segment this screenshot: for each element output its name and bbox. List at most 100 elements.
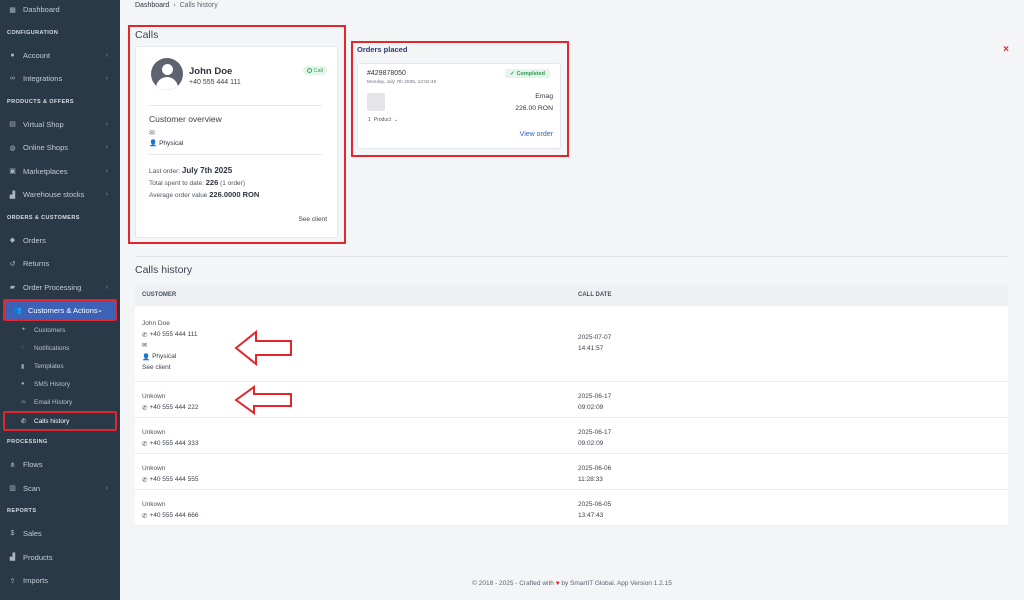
sidebar-item-label: Scan bbox=[23, 483, 41, 493]
boxes-icon: ▟ bbox=[9, 554, 16, 562]
table-header: CUSTOMER CALL DATE bbox=[135, 284, 1008, 306]
table-row: Unkown ✆ +40 555 444 666 2025-06-05 13:47:43 bbox=[135, 490, 1008, 526]
see-client-link[interactable]: See client bbox=[142, 362, 572, 373]
sidebar-subitem-customers[interactable]: ꔹ Customers bbox=[0, 321, 120, 339]
chevron-right-icon: › bbox=[105, 120, 108, 128]
sidebar-subitem-email-history[interactable]: ⌓ Email History bbox=[0, 393, 120, 411]
envelope-icon: ✉ bbox=[149, 130, 155, 137]
last-order-line: Last order: July 7th 2025 bbox=[149, 166, 232, 175]
sidebar-section-products-offers: PRODUCTS & OFFERS bbox=[7, 98, 74, 105]
customer-phone: +40 555 444 555 bbox=[149, 476, 199, 483]
envelope-icon: ✉ bbox=[142, 343, 148, 349]
sidebar-subitem-notifications[interactable]: ◌ Notifications bbox=[0, 339, 120, 357]
marketplace-icon: ▣ bbox=[9, 168, 16, 176]
sidebar-item-returns[interactable]: ↺ Returns bbox=[0, 252, 120, 276]
sidebar-item-label: Marketplaces bbox=[23, 166, 68, 176]
calls-history-title: Calls history bbox=[135, 264, 193, 276]
sidebar-subitem-sms-history[interactable]: ● SMS History bbox=[0, 375, 120, 393]
chevron-right-icon: › bbox=[105, 191, 108, 199]
sidebar-item-integrations[interactable]: ∞ Integrations › bbox=[0, 67, 120, 91]
sidebar-item-sales[interactable]: $ Sales bbox=[0, 522, 120, 546]
order-date: Monday, July 7th 2025, 12:02:46 bbox=[367, 80, 437, 85]
sidebar-section-reports: REPORTS bbox=[7, 508, 37, 514]
breadcrumb: Dashboard › Calls history bbox=[135, 2, 218, 9]
footer: © 2018 - 2025 - Crafted with ♥ by SmartI… bbox=[120, 580, 1024, 587]
calls-title: Calls bbox=[135, 29, 159, 41]
product-qty: 1 bbox=[368, 117, 371, 123]
chevron-right-icon: › bbox=[105, 167, 108, 175]
sidebar-item-imports[interactable]: ⇪ Imports bbox=[0, 569, 120, 593]
see-client-link[interactable]: See client bbox=[298, 216, 327, 223]
sidebar-item-marketplaces[interactable]: ▣ Marketplaces › bbox=[0, 160, 120, 184]
phone-icon: ✆ bbox=[142, 440, 148, 448]
phone-icon: ✆ bbox=[142, 476, 148, 484]
call-date-cell: 2025-07-07 14:41:57 bbox=[572, 306, 611, 381]
sidebar-item-label: Virtual Shop bbox=[23, 119, 64, 129]
sidebar-item-warehouse-stocks[interactable]: ▟ Warehouse stocks › bbox=[0, 183, 120, 207]
sidebar-item-label: SMS History bbox=[34, 380, 71, 388]
table-row: Unkown ✆ +40 555 444 333 2025-06-17 09:02:09 bbox=[135, 418, 1008, 454]
customer-name: John Doe bbox=[142, 320, 170, 327]
status-label: Completed bbox=[516, 70, 545, 77]
sidebar-item-label: Warehouse stocks bbox=[23, 190, 85, 200]
customer-name: Unkown bbox=[142, 465, 166, 472]
footer-text-pre: © 2018 - 2025 - Crafted with bbox=[472, 580, 554, 587]
sidebar-item-label: Sales bbox=[23, 529, 42, 539]
customer-name: John Doe bbox=[189, 66, 233, 77]
globe-icon: ◍ bbox=[9, 144, 16, 152]
order-number[interactable]: #429878050 bbox=[367, 70, 406, 77]
sidebar-section-processing: PROCESSING bbox=[7, 439, 48, 445]
sidebar-item-online-shops[interactable]: ◍ Online Shops › bbox=[0, 136, 120, 160]
table-row: Unkown ✆ +40 555 444 555 2025-06-06 11:28:33 bbox=[135, 454, 1008, 490]
call-time: 09:02:09 bbox=[578, 404, 604, 411]
sidebar-item-products[interactable]: ▟ Products bbox=[0, 546, 120, 570]
sidebar-item-dashboard[interactable]: ▦ Dashboard bbox=[0, 0, 120, 22]
sidebar-section-orders-customers: ORDERS & CUSTOMERS bbox=[7, 214, 80, 221]
customer-type-label: Physical bbox=[152, 353, 177, 360]
sidebar-item-label: Dashboard bbox=[23, 5, 60, 15]
avatar bbox=[151, 58, 183, 90]
flows-icon: ⋔ bbox=[9, 461, 16, 469]
close-icon[interactable]: × bbox=[1003, 44, 1009, 55]
sidebar-item-label: Flows bbox=[23, 460, 43, 470]
customer-phone-line: ✆ +40 555 444 555 bbox=[142, 474, 572, 485]
product-dropdown[interactable]: 1 Product ⌄ bbox=[368, 117, 398, 123]
sidebar-item-label: Integrations bbox=[23, 74, 63, 84]
sidebar-item-virtual-shop[interactable]: ▤ Virtual Shop › bbox=[0, 113, 120, 137]
sidebar-subitem-calls-history[interactable]: ✆ Calls history bbox=[3, 411, 117, 431]
phone-icon: ✆ bbox=[142, 512, 148, 520]
customer-phone-line: ✆ +40 555 444 222 bbox=[142, 402, 572, 413]
call-date: 2025-06-17 bbox=[578, 429, 612, 436]
divider bbox=[135, 256, 1009, 257]
boxes-icon: ▟ bbox=[9, 191, 16, 199]
customer-name: Unkown bbox=[142, 393, 166, 400]
shop-icon: ▤ bbox=[9, 121, 16, 129]
customer-phone-line: ✆ +40 555 444 666 bbox=[142, 510, 572, 521]
call-date: 2025-06-17 bbox=[578, 393, 612, 400]
customer-phone-line: ✆ +40 555 444 333 bbox=[142, 438, 572, 449]
sidebar-item-label: Customers & Actions bbox=[28, 305, 98, 315]
call-date: 2025-06-05 bbox=[578, 501, 612, 508]
avg-order-line: Average order value 226.0000 RON bbox=[149, 190, 259, 199]
product-label: Product bbox=[373, 117, 392, 123]
sidebar-item-account[interactable]: ● Account › bbox=[0, 44, 120, 68]
divider bbox=[149, 105, 322, 106]
sms-icon: ● bbox=[21, 381, 25, 387]
sidebar-item-scan[interactable]: ▥ Scan › bbox=[0, 477, 120, 501]
total-spent-value: 226 bbox=[205, 178, 219, 187]
sidebar-subitem-templates[interactable]: ▮ Templates bbox=[0, 357, 120, 375]
column-call-date: CALL DATE bbox=[578, 292, 612, 298]
sidebar-item-flows[interactable]: ⋔ Flows bbox=[0, 453, 120, 477]
chevron-down-icon: ⌄ bbox=[97, 307, 103, 314]
customer-phone: +40 555 444 333 bbox=[149, 440, 199, 447]
dashboard-icon: ▦ bbox=[9, 6, 16, 14]
customer-type: 👤 Physical bbox=[149, 139, 183, 148]
sidebar-item-customers-actions[interactable]: 👥 Customers & Actions ⌄ bbox=[3, 299, 117, 321]
customer-phone-line: ✆ +40 555 444 111 bbox=[142, 329, 572, 340]
breadcrumb-home-link[interactable]: Dashboard bbox=[135, 2, 169, 9]
call-date-cell: 2025-06-05 13:47:43 bbox=[572, 490, 611, 525]
sidebar-item-order-processing[interactable]: ▰ Order Processing › bbox=[0, 276, 120, 300]
link-icon: ∞ bbox=[10, 75, 15, 83]
view-order-link[interactable]: View order bbox=[520, 131, 553, 138]
sidebar-item-orders[interactable]: ◆ Orders bbox=[0, 229, 120, 253]
